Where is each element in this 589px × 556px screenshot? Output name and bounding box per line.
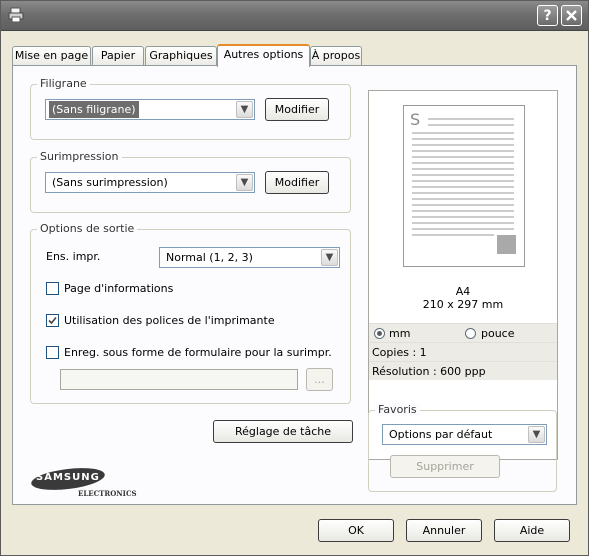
favorites-title: Favoris [375, 403, 420, 416]
overlay-group: Surimpression (Sans surimpression) ▼ Mod… [30, 150, 351, 213]
checkmark-icon [48, 316, 57, 325]
overlay-edit-button[interactable]: Modifier [265, 171, 329, 194]
favorites-group: Favoris Options par défaut ▼ Supprimer [368, 403, 557, 492]
ok-button[interactable]: OK [318, 519, 394, 542]
overlay-group-title: Surimpression [37, 150, 122, 163]
printer-preferences-dialog: ? Mise en page Papier Graphiques Autres … [0, 0, 589, 556]
print-order-value: Normal (1, 2, 3) [166, 251, 253, 264]
save-overlay-label: Enreg. sous forme de formulaire pour la … [64, 346, 332, 359]
close-icon [566, 10, 577, 21]
unit-inch-label: pouce [481, 327, 515, 340]
watermark-group-title: Filigrane [37, 77, 90, 90]
favorites-value: Options par défaut [389, 428, 493, 441]
tab-panel: Filigrane (Sans filigrane) ▼ Modifier Su… [12, 65, 577, 505]
chevron-down-icon[interactable]: ▼ [236, 174, 253, 191]
info-page-label: Page d'informations [64, 282, 174, 295]
radio-selected-dot [377, 331, 382, 336]
unit-inch-radio[interactable] [465, 328, 476, 339]
watermark-edit-button[interactable]: Modifier [265, 98, 329, 121]
chevron-down-icon[interactable]: ▼ [528, 426, 545, 443]
delete-favorite-button[interactable]: Supprimer [390, 455, 500, 478]
samsung-logo: SAMSUNG ELECTRONICS [30, 466, 150, 500]
page-lines-graphic [412, 118, 516, 254]
watermark-select[interactable]: (Sans filigrane) ▼ [45, 99, 255, 120]
printer-icon [8, 7, 24, 23]
overlay-select[interactable]: (Sans surimpression) ▼ [45, 172, 255, 193]
tab-page-setup[interactable]: Mise en page [12, 46, 91, 65]
output-options-title: Options de sortie [37, 222, 138, 235]
tab-graphics[interactable]: Graphiques [145, 46, 217, 65]
job-settings-button[interactable]: Réglage de tâche [213, 420, 353, 443]
paper-size: 210 x 297 mm [422, 298, 504, 311]
paper-name: A4 [455, 285, 471, 298]
copies-info: Copies : 1 [369, 342, 557, 361]
help-button[interactable]: Aide [494, 519, 570, 542]
chevron-down-icon[interactable]: ▼ [321, 249, 338, 266]
browse-button[interactable]: ... [306, 368, 333, 391]
tab-about[interactable]: À propos [310, 46, 362, 65]
unit-row: mm pouce [369, 323, 557, 342]
page-thumbnail: S [403, 105, 525, 267]
unit-mm-radio[interactable] [374, 328, 385, 339]
watermark-select-value: (Sans filigrane) [49, 101, 139, 118]
logo-sub: ELECTRONICS [78, 489, 137, 498]
overlay-select-value: (Sans surimpression) [52, 176, 168, 189]
print-order-label: Ens. impr. [46, 250, 101, 263]
info-page-checkbox[interactable] [46, 282, 59, 295]
chevron-down-icon[interactable]: ▼ [236, 101, 253, 118]
watermark-group: Filigrane (Sans filigrane) ▼ Modifier [30, 77, 351, 140]
cancel-button[interactable]: Annuler [406, 519, 482, 542]
close-button[interactable] [561, 5, 582, 26]
tab-other-options[interactable]: Autres options [217, 44, 310, 67]
save-overlay-checkbox[interactable] [46, 346, 59, 359]
unit-mm-label: mm [389, 327, 411, 340]
title-bar[interactable]: ? [1, 1, 588, 31]
print-order-select[interactable]: Normal (1, 2, 3) ▼ [159, 247, 340, 268]
output-options-group: Options de sortie Ens. impr. Normal (1, … [30, 222, 351, 404]
overlay-filename-field[interactable] [60, 369, 298, 390]
logo-brand: SAMSUNG [36, 472, 100, 483]
resolution-info: Résolution : 600 ppp [369, 361, 557, 380]
tab-paper[interactable]: Papier [92, 46, 144, 65]
printer-fonts-checkbox[interactable] [46, 314, 59, 327]
printer-fonts-label: Utilisation des polices de l'imprimante [64, 314, 275, 327]
favorites-select[interactable]: Options par défaut ▼ [382, 424, 547, 445]
help-title-button[interactable]: ? [537, 5, 558, 26]
